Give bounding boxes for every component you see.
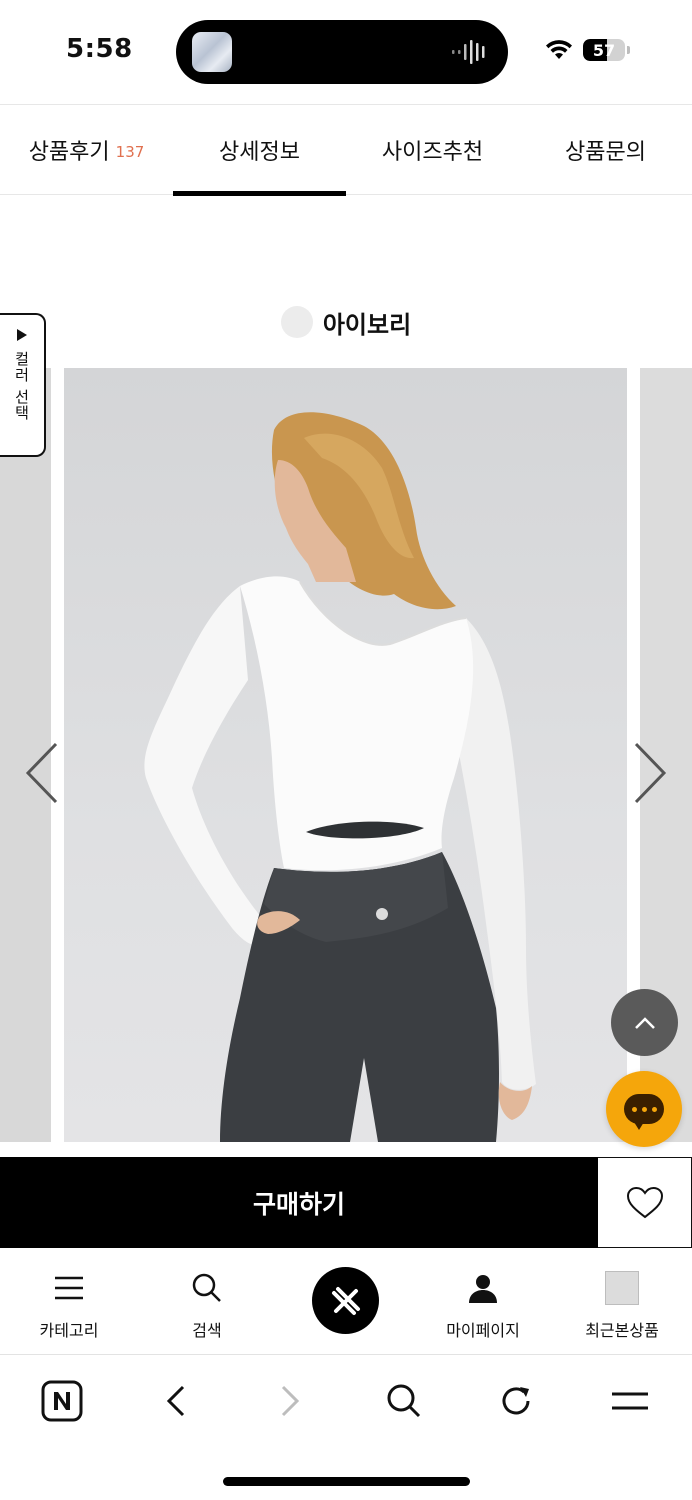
buy-button[interactable]: 구매하기 bbox=[0, 1157, 598, 1248]
forward-icon bbox=[281, 1385, 300, 1417]
battery-cap bbox=[627, 46, 630, 54]
wishlist-button[interactable] bbox=[598, 1157, 692, 1248]
naver-home-button[interactable] bbox=[37, 1376, 87, 1426]
browser-menu-button[interactable] bbox=[605, 1376, 655, 1426]
reload-icon bbox=[502, 1387, 530, 1415]
nav-mypage[interactable]: 마이페이지 bbox=[414, 1249, 552, 1355]
product-image[interactable] bbox=[64, 368, 627, 1142]
nav-mypage-label: 마이페이지 bbox=[446, 1321, 520, 1340]
now-playing-app-icon bbox=[192, 32, 232, 72]
color-swatch bbox=[280, 306, 313, 338]
model-photo bbox=[144, 412, 536, 1142]
color-heading: 아이보리 bbox=[0, 300, 692, 344]
nav-search[interactable]: 검색 bbox=[138, 1249, 276, 1355]
wifi-icon bbox=[546, 40, 572, 59]
nav-category-label: 카테고리 bbox=[39, 1321, 99, 1340]
play-arrow-icon bbox=[17, 329, 27, 341]
tab-inquiry-label: 상품문의 bbox=[565, 140, 646, 165]
nav-search-label: 검색 bbox=[192, 1321, 222, 1340]
tab-details-label: 상세정보 bbox=[219, 140, 300, 165]
heart-icon bbox=[626, 1186, 663, 1218]
browser-search-button[interactable] bbox=[379, 1376, 429, 1426]
status-icons: 57 bbox=[545, 38, 630, 62]
chevron-up-icon bbox=[634, 1016, 655, 1029]
naver-home-icon bbox=[41, 1380, 83, 1422]
audio-wave-icon bbox=[452, 40, 485, 64]
recent-product-thumbnail bbox=[605, 1271, 639, 1305]
chevron-right-icon[interactable] bbox=[630, 738, 670, 808]
color-select-button[interactable]: 컬러 선택 bbox=[0, 313, 46, 457]
color-name: 아이보리 bbox=[322, 310, 412, 339]
brand-logo-icon bbox=[331, 1286, 360, 1315]
battery-level: 57 bbox=[592, 41, 616, 60]
menu-icon bbox=[55, 1276, 83, 1300]
product-image-carousel[interactable] bbox=[0, 368, 692, 1142]
nav-recent-label: 최근본상품 bbox=[585, 1321, 659, 1340]
status-bar: 5:58 57 bbox=[0, 0, 692, 104]
tab-size-recommend[interactable]: 사이즈추천 bbox=[346, 105, 519, 195]
menu-icon bbox=[612, 1392, 648, 1410]
person-icon bbox=[469, 1275, 497, 1303]
back-button[interactable] bbox=[151, 1376, 201, 1426]
nav-recent-products[interactable]: 최근본상품 bbox=[553, 1249, 691, 1355]
search-icon bbox=[387, 1384, 421, 1418]
reload-button[interactable] bbox=[491, 1376, 541, 1426]
tab-inquiry[interactable]: 상품문의 bbox=[519, 105, 692, 195]
chevron-left-icon[interactable] bbox=[22, 738, 62, 808]
scroll-to-top-button[interactable] bbox=[611, 989, 678, 1056]
color-select-label: 컬러 선택 bbox=[12, 351, 31, 421]
dynamic-island[interactable] bbox=[176, 20, 508, 84]
nav-category[interactable]: 카테고리 bbox=[0, 1249, 138, 1355]
chat-icon bbox=[624, 1094, 664, 1130]
home-indicator[interactable] bbox=[223, 1477, 470, 1486]
purchase-bar: 구매하기 bbox=[0, 1157, 692, 1248]
tab-size-recommend-label: 사이즈추천 bbox=[381, 140, 484, 165]
battery-icon: 57 bbox=[583, 39, 625, 61]
detail-tabs: 상품후기 137 상세정보 사이즈추천 상품문의 bbox=[0, 104, 692, 196]
search-icon bbox=[192, 1273, 221, 1302]
brand-home-button[interactable] bbox=[312, 1267, 379, 1334]
review-count: 137 bbox=[115, 143, 145, 161]
bottom-navigation: 카테고리 검색 마이페이지 최근본상품 bbox=[0, 1249, 692, 1355]
chat-button[interactable] bbox=[606, 1071, 682, 1147]
back-icon bbox=[166, 1385, 185, 1417]
tab-details[interactable]: 상세정보 bbox=[173, 105, 346, 196]
forward-button[interactable] bbox=[265, 1376, 315, 1426]
tab-reviews-label: 상품후기 bbox=[28, 140, 110, 165]
status-time: 5:58 bbox=[66, 34, 133, 64]
tab-reviews[interactable]: 상품후기 137 bbox=[0, 105, 173, 195]
